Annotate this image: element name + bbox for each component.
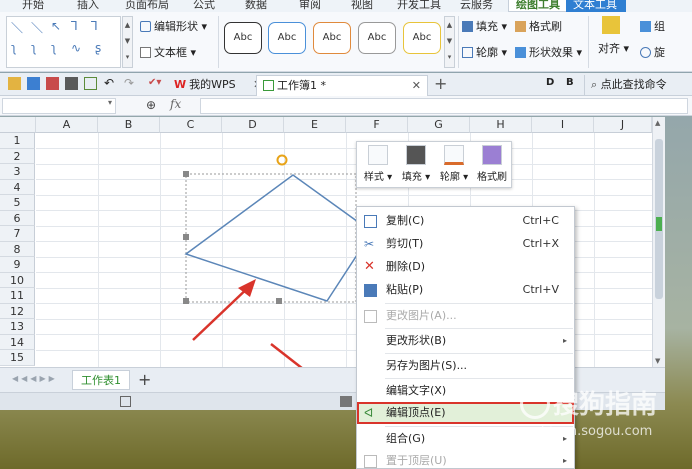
edit-points-icon: ᐊ [364, 406, 374, 420]
menu-item-copy[interactable]: 复制(C) Ctrl+C [357, 210, 574, 232]
paste-icon [364, 284, 377, 297]
macro-icon[interactable] [120, 396, 131, 407]
format-painter-button[interactable]: 格式刷 [473, 145, 511, 183]
style-pen-icon [368, 145, 388, 165]
menu-divider [385, 303, 573, 304]
add-sheet-icon[interactable]: + [138, 370, 151, 389]
menu-item-cut[interactable]: ✂ 剪切(T) Ctrl+X [357, 233, 574, 255]
copy-icon [364, 215, 377, 228]
fill-bucket-icon [406, 145, 426, 165]
resize-handle[interactable] [183, 298, 189, 304]
resize-handle[interactable] [276, 298, 282, 304]
outline-pen-icon [444, 145, 464, 165]
menu-divider [385, 328, 573, 329]
menu-divider [385, 378, 573, 379]
menu-item-bring-to-front[interactable]: 置于顶层(U) ▸ [357, 450, 574, 469]
normal-view-icon[interactable] [340, 396, 352, 407]
scissors-icon: ✂ [364, 237, 375, 251]
menu-item-delete[interactable]: ✕ 删除(D) [357, 256, 574, 278]
outline-button[interactable]: 轮廓 ▾ [435, 145, 473, 183]
sogou-logo-icon [520, 389, 550, 419]
quadrilateral-shape[interactable] [184, 174, 374, 302]
picture-icon [364, 310, 377, 323]
menu-item-change-shape[interactable]: 更改形状(B) ▸ [357, 330, 574, 352]
menu-divider [385, 353, 573, 354]
bring-front-icon [364, 455, 377, 468]
sheet-nav-icon[interactable]: ◀◀◀▶▶ [12, 374, 58, 383]
submenu-arrow-icon: ▸ [562, 336, 567, 345]
format-painter-icon [482, 145, 502, 165]
resize-handle[interactable] [183, 234, 189, 240]
watermark-url: zhinan.sogou.com [534, 424, 653, 439]
rotate-handle-icon[interactable] [276, 154, 288, 166]
menu-item-change-picture[interactable]: 更改图片(A)... [357, 305, 574, 327]
menu-item-save-as-picture[interactable]: 另存为图片(S)... [357, 355, 574, 377]
menu-item-paste[interactable]: 粘贴(P) Ctrl+V [357, 279, 574, 301]
style-button[interactable]: 样式 ▾ [359, 145, 397, 183]
fill-button[interactable]: 填充 ▾ [397, 145, 435, 183]
submenu-arrow-icon: ▸ [562, 456, 567, 465]
resize-handle[interactable] [183, 171, 189, 177]
floating-shape-toolbar: 样式 ▾ 填充 ▾ 轮廓 ▾ 格式刷 [356, 141, 512, 188]
delete-icon: ✕ [364, 259, 375, 274]
sheet-tab-sheet1[interactable]: 工作表1 [72, 370, 130, 390]
sogou-watermark: 搜狗指南 [520, 384, 657, 421]
